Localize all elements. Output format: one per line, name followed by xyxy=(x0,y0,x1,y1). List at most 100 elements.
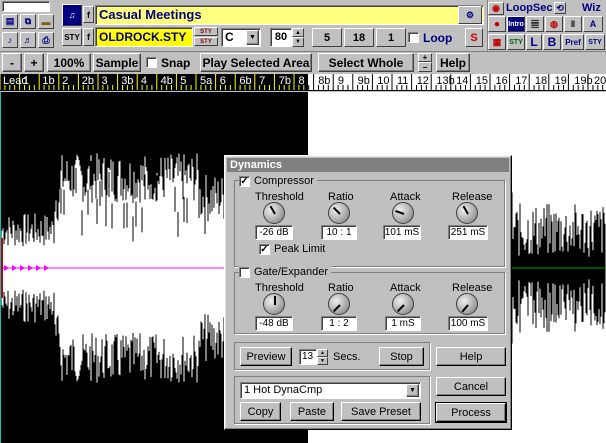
piano-icon[interactable]: 𝄚 xyxy=(526,16,544,32)
loop-checkbox[interactable]: Loop xyxy=(408,28,460,47)
b-button[interactable]: B xyxy=(543,34,561,50)
menu-box[interactable] xyxy=(2,1,50,12)
timeline-ruler[interactable]: Lead 1 1b 2 2b 3 3b 4 4b 5 5a 6 6b 7 7b 8 8b 9 9b 10 11 12 13b… xyxy=(0,74,606,91)
ruler-label: 8b xyxy=(318,75,331,87)
secs-spinner[interactable]: ▲ ▼ xyxy=(317,349,328,365)
snap-check-box[interactable] xyxy=(146,57,157,68)
stop-button[interactable]: Stop xyxy=(379,347,424,366)
ruler-label: 2b xyxy=(81,75,95,87)
ruler-label: 7 xyxy=(259,75,266,87)
gate-attack-label: Attack xyxy=(390,282,421,294)
style-file-field[interactable]: OLDROCK.STY xyxy=(95,27,193,47)
record-icon[interactable]: ⏺ xyxy=(488,16,506,32)
process-button[interactable]: Process xyxy=(435,402,507,423)
refresh-icon[interactable]: ⟲ xyxy=(554,2,566,14)
print-icon[interactable]: ⎙ xyxy=(38,32,54,48)
style-sty-icon-1[interactable]: STY xyxy=(194,27,218,36)
note-icon[interactable]: ♪ xyxy=(2,32,18,48)
copy-button[interactable]: Copy xyxy=(240,402,281,421)
spin-up-icon[interactable]: + xyxy=(418,53,432,62)
ruler-label: 3b xyxy=(121,75,134,87)
compressor-toggle[interactable]: ✓ Compressor xyxy=(239,175,317,187)
bar-1-button[interactable]: 1 xyxy=(376,28,406,47)
ruler-label: 18 xyxy=(534,75,548,87)
ruler-label: 12 xyxy=(416,75,429,87)
gate-attack-value: 1 mS xyxy=(385,316,421,331)
help-button[interactable]: Help xyxy=(436,53,470,72)
folder-icon[interactable]: ▬ xyxy=(38,14,54,29)
chevron-down-icon[interactable]: ▼ xyxy=(406,384,419,397)
peak-limit-toggle[interactable]: ✓ Peak Limit xyxy=(259,243,325,255)
cancel-button[interactable]: Cancel xyxy=(436,377,506,396)
gate-release-knob[interactable] xyxy=(456,293,478,315)
wiz-label: Wiz xyxy=(582,2,601,14)
chevron-down-icon[interactable]: ▼ xyxy=(246,30,259,45)
gate-ratio-knob[interactable] xyxy=(328,293,350,315)
sty-button-2[interactable]: STY xyxy=(585,34,605,50)
style-sty-button[interactable]: STY xyxy=(62,28,82,46)
s-button[interactable]: S xyxy=(465,28,483,47)
comp-release-value: 251 mS xyxy=(448,225,488,240)
notation-icon[interactable]: ♬ xyxy=(20,32,36,48)
save-preset-button[interactable]: Save Preset xyxy=(341,402,421,421)
zoom-out-button[interactable]: - xyxy=(2,53,22,72)
gate-label: Gate/Expander xyxy=(254,266,328,278)
tempo-up-icon[interactable]: ▲ xyxy=(292,28,304,37)
preview-button[interactable]: Preview xyxy=(240,347,292,366)
zoom-in-button[interactable]: + xyxy=(24,53,44,72)
zoom-100-button[interactable]: 100% xyxy=(47,53,91,72)
song-icon[interactable]: ♫ xyxy=(62,4,82,26)
secs-up-icon[interactable]: ▲ xyxy=(317,349,328,357)
right-toolbar: ◉ LoopSec ⟲ Wiz ⏺ Intro 𝄚 ◍ ‖ A ▦ STY L … xyxy=(487,0,606,52)
file-toolbar: ▤ ⧉ ▬ ♪ ♬ ⎙ xyxy=(0,0,60,52)
gate-attack-knob[interactable] xyxy=(392,293,414,315)
secs-down-icon[interactable]: ▼ xyxy=(317,357,328,365)
tempo-field[interactable]: 80 xyxy=(270,28,292,47)
gate-toggle[interactable]: Gate/Expander xyxy=(239,266,331,278)
a-icon[interactable]: A xyxy=(583,16,603,32)
preset-select[interactable]: 1 Hot DynaCmp ▼ xyxy=(240,382,421,399)
secs-field[interactable]: 13 xyxy=(299,349,317,365)
bar-18-button[interactable]: 18 xyxy=(344,28,374,47)
scroll-spinner[interactable]: + − xyxy=(418,53,432,72)
comp-threshold-knob[interactable] xyxy=(263,202,285,224)
ruler-label: 3 xyxy=(101,75,108,87)
select-whole-button[interactable]: Select Whole xyxy=(318,53,414,72)
drum-icon[interactable]: ◍ xyxy=(545,16,563,32)
tempo-spinner[interactable]: ▲ ▼ xyxy=(292,28,304,47)
peak-limit-check-box[interactable]: ✓ xyxy=(259,243,270,255)
gate-threshold-knob[interactable] xyxy=(263,293,285,315)
snap-checkbox[interactable]: Snap xyxy=(146,53,190,72)
compressor-check-box[interactable]: ✓ xyxy=(239,175,250,187)
bar-5-button[interactable]: 5 xyxy=(312,28,342,47)
play-selected-button[interactable]: Play Selected Area xyxy=(200,53,312,72)
gate-ratio-value: 1 : 2 xyxy=(321,316,357,331)
intro-button[interactable]: Intro xyxy=(507,16,525,32)
tempo-down-icon[interactable]: ▼ xyxy=(292,37,304,47)
song-title-field[interactable]: Casual Meetings xyxy=(95,5,484,25)
mixer-icon[interactable]: ‖ xyxy=(564,16,582,32)
sample-button[interactable]: Sample xyxy=(93,53,141,72)
comp-release-knob[interactable] xyxy=(456,202,478,224)
pref-button[interactable]: Pref xyxy=(562,34,584,50)
print-view-icon[interactable]: ▦ xyxy=(488,34,506,50)
copy-icon[interactable]: ⧉ xyxy=(20,14,36,29)
comp-ratio-knob[interactable] xyxy=(328,202,350,224)
sty-grid-icon[interactable]: STY xyxy=(507,34,525,50)
gate-threshold-label: Threshold xyxy=(255,282,304,294)
spin-down-icon[interactable]: − xyxy=(418,62,432,72)
comp-attack-knob[interactable] xyxy=(392,202,414,224)
loopsec-icon[interactable]: ◉ xyxy=(488,2,504,15)
gate-check-box[interactable] xyxy=(239,266,250,278)
paste-button[interactable]: Paste xyxy=(290,402,334,421)
l-button[interactable]: L xyxy=(526,34,542,50)
song-f-button[interactable]: f xyxy=(83,6,94,23)
style-sty-icon-2[interactable]: STY xyxy=(194,37,218,46)
song-settings-icon[interactable]: ⚙ xyxy=(458,6,482,24)
ruler-label: 5 xyxy=(180,75,187,87)
new-icon[interactable]: ▤ xyxy=(2,14,18,29)
key-select[interactable]: C ▼ xyxy=(221,28,261,47)
style-f-button[interactable]: f xyxy=(83,28,94,46)
dialog-help-button[interactable]: Help xyxy=(436,347,506,366)
loop-check-box[interactable] xyxy=(408,32,419,43)
